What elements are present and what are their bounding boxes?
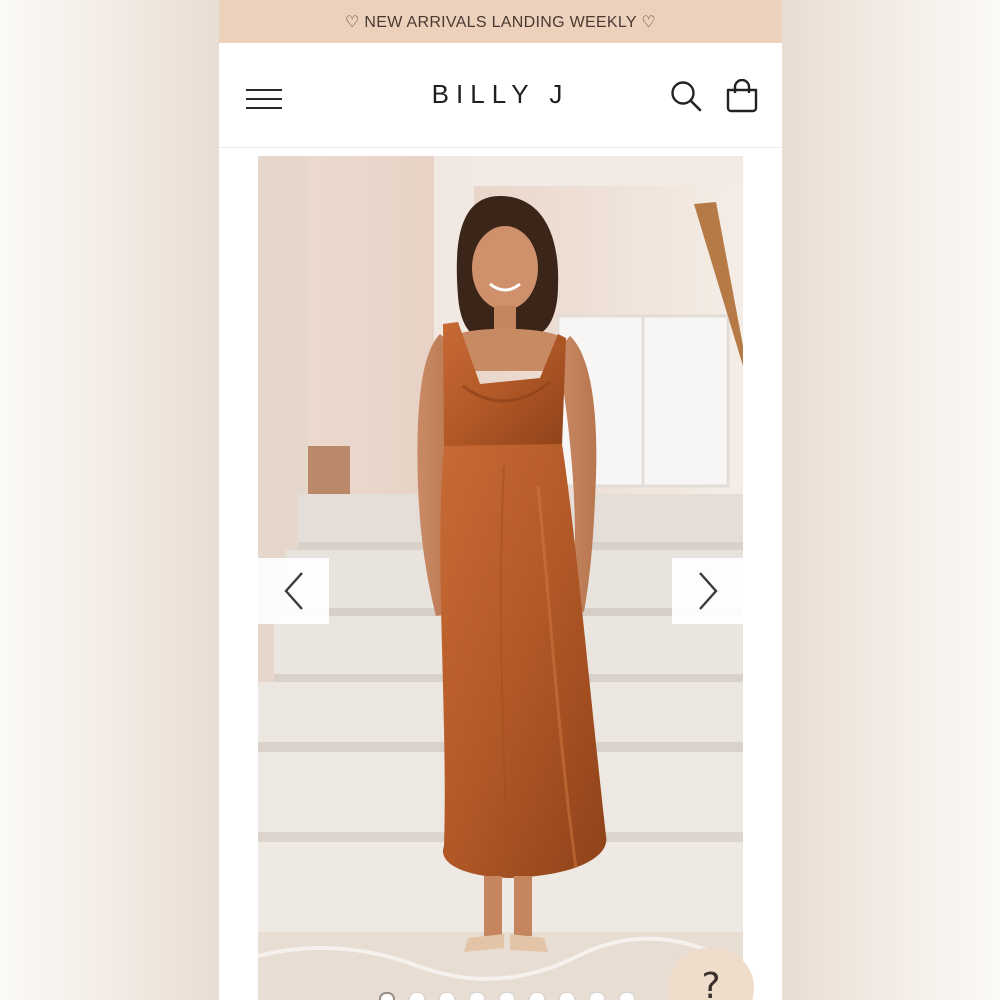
gallery-pagination (379, 992, 635, 1000)
pagination-dot[interactable] (589, 992, 605, 1000)
product-photo (258, 156, 743, 1000)
pagination-dot[interactable] (439, 992, 455, 1000)
previous-image-button[interactable] (258, 558, 329, 624)
chevron-left-icon (283, 572, 303, 610)
background-left (0, 0, 219, 1000)
pagination-dot[interactable] (559, 992, 575, 1000)
help-label: ? (701, 966, 721, 1000)
promo-text: ♡ NEW ARRIVALS LANDING WEEKLY ♡ (345, 13, 656, 31)
pagination-dot-active[interactable] (379, 992, 395, 1000)
background-right (782, 0, 1000, 1000)
promo-banner[interactable]: ♡ NEW ARRIVALS LANDING WEEKLY ♡ (219, 0, 782, 43)
mobile-viewport: ♡ NEW ARRIVALS LANDING WEEKLY ♡ BILLY J (219, 0, 782, 1000)
pagination-dot[interactable] (409, 992, 425, 1000)
site-header: BILLY J (219, 43, 782, 148)
pagination-dot[interactable] (499, 992, 515, 1000)
pagination-dot[interactable] (469, 992, 485, 1000)
next-image-button[interactable] (672, 558, 743, 624)
pagination-dot[interactable] (529, 992, 545, 1000)
product-image-gallery[interactable] (258, 156, 743, 1000)
pagination-dot[interactable] (619, 992, 635, 1000)
search-icon[interactable] (669, 79, 703, 113)
shopping-bag-icon[interactable] (725, 78, 759, 113)
chevron-right-icon (698, 572, 718, 610)
